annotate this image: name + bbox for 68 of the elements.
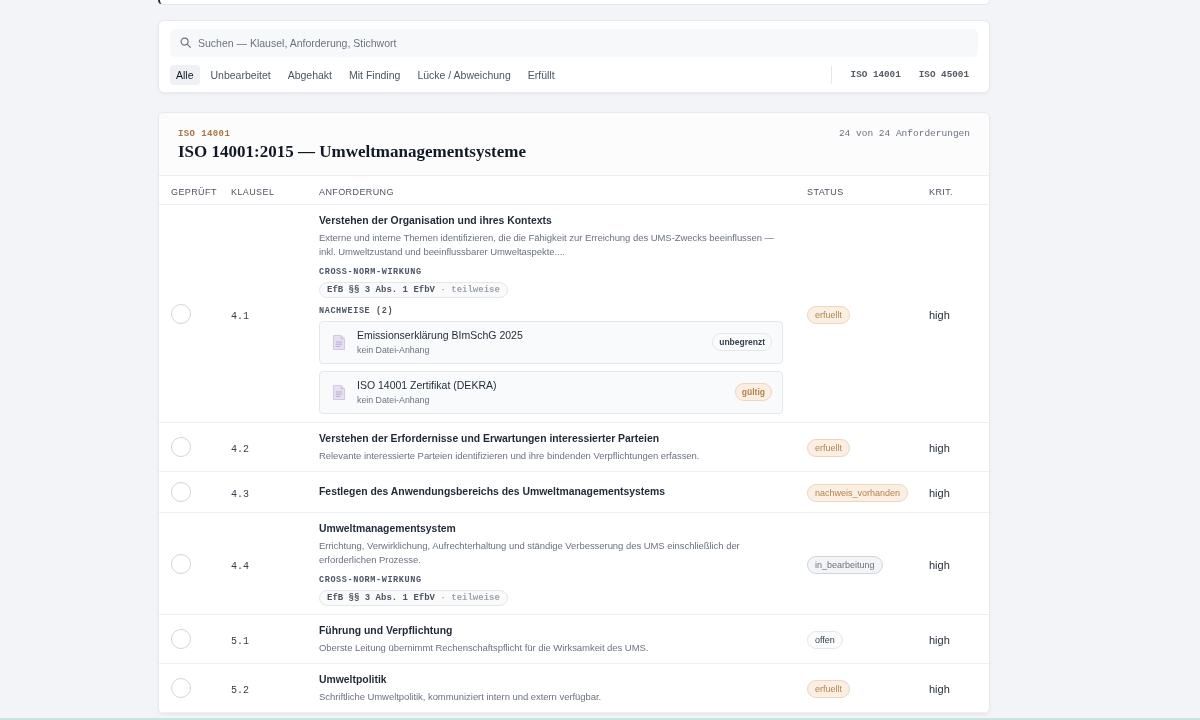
norm-label: ISO 14001 [178,128,232,140]
cross-norm-label: CROSS-NORM-WIRKUNG [319,575,423,585]
filter-tab[interactable]: Mit Finding [343,65,407,85]
check-circle[interactable] [171,437,191,457]
norm-filter-button[interactable]: ISO 45001 [917,67,970,83]
column-header: STATUS [807,187,844,197]
criticality-value: high [929,308,950,321]
requirement-description: Errichtung, Verwirklichung, Aufrechterhaltung und ständige Verbesserung des UMS einschließlich der erforderlichen Prozesse. [319,539,741,567]
status-badge: in_bearbeitung [807,555,883,574]
status-badge: erfuellt [807,439,850,457]
document-icon [333,384,345,400]
search-icon [180,37,191,48]
cross-norm-label: CROSS-NORM-WIRKUNG [319,267,423,277]
column-header: GEPRÜFT [171,187,217,197]
evidence-title: Emissionserklärung BImSchG 2025 [357,328,524,343]
criticality-value: high [929,634,950,646]
cross-norm-tag: EfB §§ 3 Abs. 1 EfbV · teilweise [319,590,508,606]
clause-number: 4.2 [231,444,249,455]
validity-badge: gültig [734,383,772,401]
evidence-card[interactable]: ISO 14001 Zertifikat (DEKRA) kein Datei-Anhang gültig [319,371,783,414]
check-circle[interactable] [171,629,191,649]
status-badge: erfuellt [807,680,850,698]
check-circle[interactable] [171,303,191,324]
clause-number: 4.4 [231,560,249,572]
check-circle[interactable] [171,678,191,698]
requirement-count: 24 von 24 Anforderungen [838,128,970,140]
requirement-title: Verstehen der Erfordernisse und Erwartungen interessierter Parteien [319,432,661,446]
filter-tab[interactable]: Erfüllt [521,65,561,85]
requirement-title: Umweltmanagementsystem [319,522,457,536]
requirement-description: Relevante interessierte Parteien identifizieren und ihre bindenden Verpflichtungen erfassen. [319,449,701,463]
requirement-title: Festlegen des Anwendungsbereichs des Umweltmanagementsystems [319,485,667,499]
column-header: ANFORDERUNG [319,187,394,197]
status-badge: offen [807,631,843,649]
norm-filter-button[interactable]: ISO 14001 [849,67,902,83]
requirement-description: Externe und interne Themen identifizieren, die die Fähigkeit zur Erreichung des UMS-Zwecks beeinflussen — inkl. Umweltzustand und beeinflussbarer Umweltaspekte.... [319,231,776,259]
check-circle[interactable] [171,482,191,502]
column-header: KRIT. [929,187,953,197]
criticality-value: high [929,442,950,454]
evidence-title: ISO 14001 Zertifikat (DEKRA) [357,378,498,393]
search-field[interactable]: Suchen — Klausel, Anforderung, Stichwort [170,29,978,57]
requirement-title: Verstehen der Organisation und ihres Kontexts [319,214,553,228]
requirement-title: Führung und Verpflichtung [319,624,454,638]
clause-number: 5.2 [231,685,249,696]
requirement-description: Oberste Leitung übernimmt Rechenschaftspflicht für die Wirksamkeit des UMS. [319,641,650,655]
filter-tab[interactable]: Lücke / Abweichung [411,65,517,85]
filter-tab[interactable]: Abgehakt [281,65,338,85]
filter-tab[interactable]: Unbearbeitet [204,65,277,85]
validity-badge: unbegrenzt [712,333,772,351]
clause-number: 4.1 [231,310,249,322]
column-header: KLAUSEL [231,187,275,197]
status-badge: nachweis_vorhanden [807,484,909,502]
criticality-value: high [929,683,950,695]
clause-number: 5.1 [231,636,249,647]
criticality-value: high [929,487,950,499]
criticality-value: high [929,558,950,571]
requirement-title: Umweltpolitik [319,673,388,687]
evidence-label: NACHWEISE (2) [319,306,395,316]
check-circle[interactable] [171,553,191,574]
evidence-note: kein Datei-Anhang [357,394,431,406]
status-badge: erfuellt [807,305,850,324]
requirement-description: Schriftliche Umweltpolitik, kommuniziert intern und extern verfügbar. [319,690,603,704]
evidence-note: kein Datei-Anhang [357,344,431,356]
section-title: ISO 14001:2015 — Umweltmanagementsysteme [178,141,526,163]
clause-number: 4.3 [231,489,249,500]
cross-norm-tag: EfB §§ 3 Abs. 1 EfbV · teilweise [319,282,508,298]
filter-tab[interactable]: Alle [170,65,200,85]
evidence-card[interactable]: Emissionserklärung BImSchG 2025 kein Datei-Anhang unbegrenzt [319,321,783,364]
document-icon [333,334,345,350]
